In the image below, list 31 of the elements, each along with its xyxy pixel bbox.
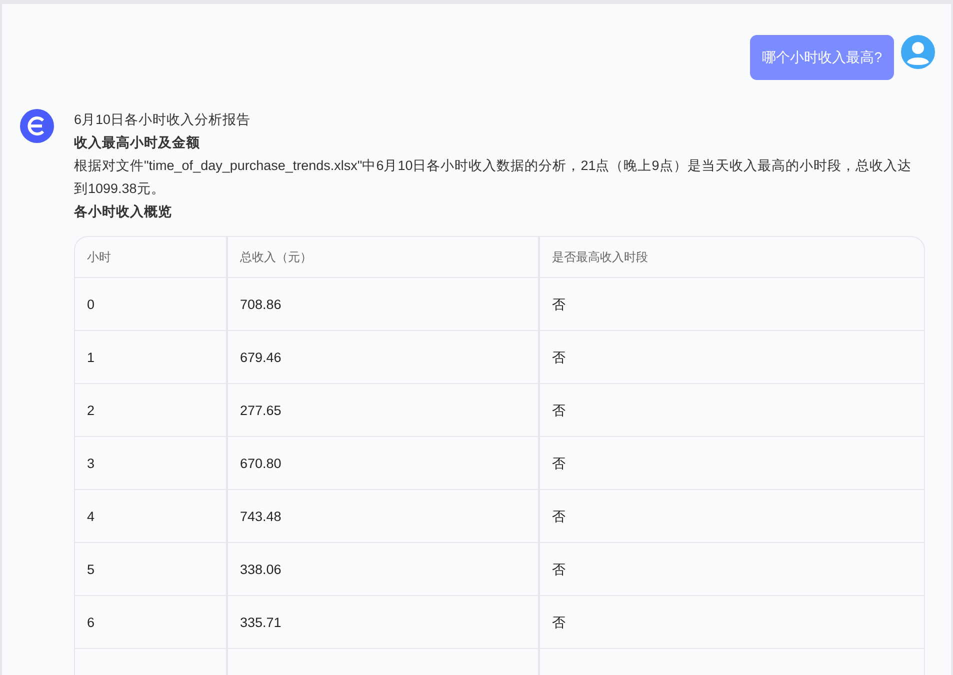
column-header: 小时 <box>87 248 111 266</box>
table-cell-text: 277.65 <box>240 402 282 420</box>
analysis-paragraph: 根据对文件"time_of_day_purchase_trends.xlsx"中6月10日各小时收入数据的分析，21点（晚上9点）是当天收入最高的小时段，总收入达到1099.38元。 <box>74 157 912 198</box>
assistant-logo-icon <box>20 109 54 143</box>
table-cell-text: 3 <box>87 454 95 472</box>
section-heading: 各小时收入概览 <box>74 203 173 221</box>
table-cell-text: 6 <box>87 614 95 632</box>
table-cell-text: 335.71 <box>240 614 282 632</box>
table-cell-text: 否 <box>552 348 566 366</box>
column-header: 是否最高收入时段 <box>552 248 648 266</box>
user-avatar-icon <box>901 35 935 69</box>
table-cell-text: 5 <box>87 560 95 578</box>
table-cell-text: 2 <box>87 402 95 420</box>
table-cell-text: 1 <box>87 348 95 366</box>
table-cell-text: 338.06 <box>240 560 282 578</box>
table-cell-text: 679.46 <box>240 348 282 366</box>
column-header: 总收入（元） <box>240 248 312 266</box>
table-cell-text: 否 <box>552 560 566 578</box>
table-cell-text: 否 <box>552 402 566 420</box>
table-cell-text: 743.48 <box>240 508 282 526</box>
table-cell-text: 否 <box>552 454 566 472</box>
table-cell-text: 708.86 <box>240 296 282 314</box>
user-message: 哪个小时收入最高? <box>750 35 894 80</box>
table-cell-text: 否 <box>552 508 566 526</box>
table-cell-text: 670.80 <box>240 454 282 472</box>
table-cell-text: 否 <box>552 614 566 632</box>
table-cell-text: 否 <box>552 296 566 314</box>
report-title: 6月10日各小时收入分析报告 <box>74 111 252 129</box>
table-cell-text: 4 <box>87 508 95 526</box>
table-cell-text: 0 <box>87 296 95 314</box>
section-heading: 收入最高小时及金额 <box>74 134 201 152</box>
